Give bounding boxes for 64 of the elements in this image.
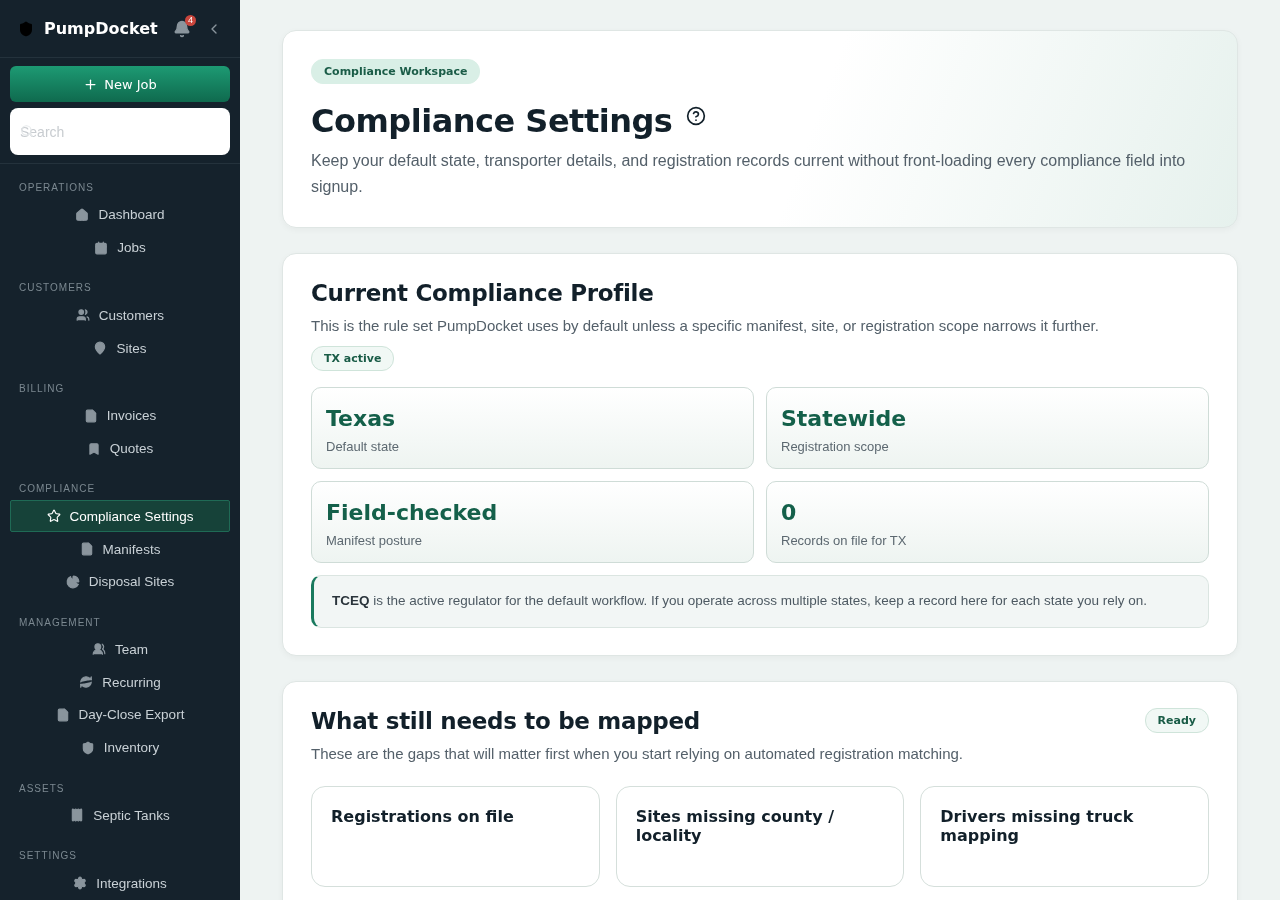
nav-item[interactable]: Sites	[10, 332, 230, 364]
section-title: Current Compliance Profile	[311, 280, 655, 307]
workspace-badge: Compliance Workspace	[311, 59, 481, 84]
nav-icon	[73, 876, 88, 891]
stat-label: Manifest posture	[326, 533, 424, 549]
section-description: These are the gaps that will matter first when you start relying on automated registration matching.	[311, 744, 964, 765]
nav-icon	[86, 441, 101, 456]
notifications-button[interactable]: 4	[168, 14, 196, 43]
nav-item[interactable]: Quotes	[10, 432, 230, 465]
nav-item[interactable]: Disposal Sites	[10, 565, 230, 598]
nav-item[interactable]: Invoices	[10, 399, 230, 432]
nav-icon	[70, 808, 85, 823]
nav-icon	[55, 707, 70, 722]
section-title: What still needs to be mapped	[311, 708, 700, 735]
stat-value: Field-checked	[326, 500, 499, 526]
stat-value: Texas	[326, 406, 397, 432]
nav-icon	[92, 642, 106, 657]
nav-item[interactable]: Inventory	[10, 731, 230, 764]
new-job-button[interactable]: New Job	[10, 66, 230, 102]
status-badge: TX active	[311, 346, 395, 372]
nav-icon	[79, 675, 94, 690]
section-heading: CUSTOMERS	[18, 281, 93, 296]
gap-card: Sites missing county / locality	[615, 786, 905, 887]
nav-icon	[65, 574, 80, 589]
nav-item[interactable]: Team	[10, 633, 230, 666]
section-heading: ASSETS	[18, 781, 66, 796]
section-heading: MANAGEMENT	[18, 615, 102, 630]
stat-value: Statewide	[781, 406, 908, 432]
gap-card: Drivers missing truck mapping	[920, 786, 1209, 887]
section-heading: COMPLIANCE	[18, 482, 97, 497]
nav-icon	[79, 542, 94, 556]
nav-item[interactable]: Recurring	[10, 666, 230, 699]
nav-icon	[75, 308, 90, 323]
page-description: Keep your default state, transporter details, and registration records current without front-loading every compliance field into signup.	[311, 151, 1187, 197]
nav-icon	[93, 341, 108, 356]
nav-item[interactable]: Integrations	[10, 867, 230, 899]
regulator-note: TCEQ is the active regulator for the default workflow. If you operate across multiple states, keep a record here for each state you rely on.	[311, 575, 1209, 629]
nav-item[interactable]: Manifests	[10, 533, 230, 565]
nav-item[interactable]: Dashboard	[10, 199, 230, 231]
nav-icon	[46, 509, 61, 524]
brand-name: PumpDocket	[44, 19, 158, 38]
section-description: This is the rule set PumpDocket uses by default unless a specific manifest, site, or registration scope narrows it further.	[311, 316, 1100, 337]
gap-card: Registrations on file	[311, 786, 600, 887]
nav-icon	[75, 207, 90, 222]
section-heading: SETTINGS	[18, 849, 78, 864]
nav-item[interactable]: Jobs	[10, 231, 230, 264]
nav-icon	[83, 408, 98, 423]
nav-item[interactable]: Compliance Settings	[10, 500, 230, 533]
nav-icon	[94, 240, 109, 255]
nav-item[interactable]: Septic Tanks	[10, 799, 230, 832]
nav-item[interactable]: Day-Close Export	[10, 699, 230, 731]
stat-value: 0	[781, 500, 798, 526]
help-icon[interactable]	[686, 106, 707, 126]
status-badge: Ready	[1144, 708, 1209, 734]
nav-item[interactable]: Customers	[10, 299, 230, 332]
stat-label: Records on file for TX	[781, 533, 908, 549]
nav-icon	[80, 740, 95, 755]
stat-label: Default state	[326, 439, 400, 455]
section-heading: OPERATIONS	[18, 181, 95, 195]
page-title: Compliance Settings	[311, 102, 673, 140]
plus-icon	[83, 76, 99, 92]
stat-label: Registration scope	[781, 439, 890, 455]
section-heading: BILLING	[18, 381, 66, 396]
logo-icon	[18, 20, 34, 37]
